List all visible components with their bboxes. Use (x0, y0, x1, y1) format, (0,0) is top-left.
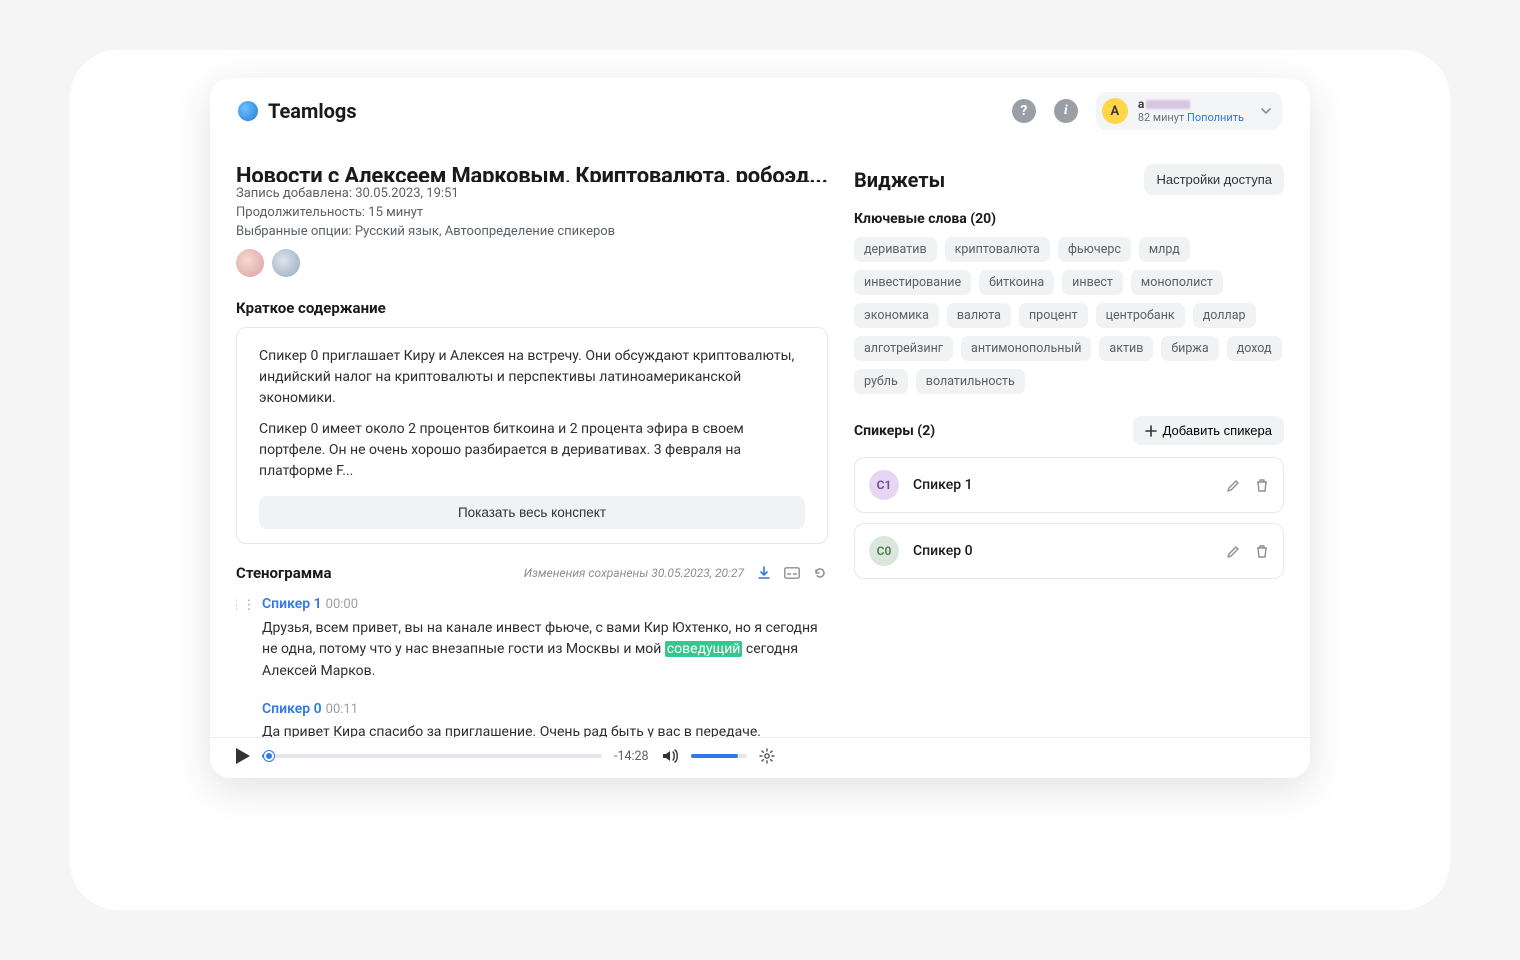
speaker-card: С0 Спикер 0 (854, 523, 1284, 579)
access-settings-button[interactable]: Настройки доступа (1144, 164, 1284, 195)
volume-icon[interactable] (661, 748, 679, 764)
time-remaining: -14:28 (614, 749, 649, 764)
subtitles-icon[interactable] (784, 565, 800, 581)
segment-timestamp[interactable]: 00:00 (326, 597, 358, 612)
transcript-saved-status: Изменения сохранены 30.05.2023, 20:27 (524, 566, 744, 580)
summary-paragraph: Спикер 0 приглашает Киру и Алексея на вс… (259, 346, 805, 409)
segment-text[interactable]: Друзья, всем привет, вы на канале инвест… (262, 618, 828, 683)
edit-icon[interactable] (1226, 544, 1241, 559)
app-window: Teamlogs ? i A a 82 минут Пополнить (210, 78, 1310, 778)
keyword-chip[interactable]: рубль (854, 369, 908, 394)
segment-speaker[interactable]: Спикер 0 (262, 701, 322, 717)
keyword-chip[interactable]: млрд (1139, 237, 1190, 262)
highlighted-word: соведущий (665, 641, 743, 657)
keyword-chip[interactable]: биржа (1161, 336, 1218, 361)
keyword-chip[interactable]: фьючерс (1058, 237, 1131, 262)
show-full-summary-button[interactable]: Показать весь конспект (259, 496, 805, 529)
transcript-segment: +⋮⋮Спикер 100:00Друзья, всем привет, вы … (244, 594, 828, 683)
keyword-chip[interactable]: центробанк (1096, 303, 1185, 328)
transcript-segment: Спикер 0 00:11 Да привет Кира спасибо за п… (244, 699, 828, 737)
keyword-chip[interactable]: процент (1019, 303, 1088, 328)
speaker-badge: С1 (869, 470, 899, 500)
download-icon[interactable] (756, 565, 772, 581)
topup-link[interactable]: Пополнить (1187, 111, 1244, 124)
segment-speaker[interactable]: Спикер 1 (262, 596, 322, 612)
meta-duration: Продолжительность: 15 минут (236, 205, 828, 220)
keyword-chip[interactable]: волатильность (916, 369, 1025, 394)
speaker-avatar (236, 249, 264, 277)
add-speaker-button[interactable]: Добавить спикера (1133, 416, 1284, 445)
keywords-heading: Ключевые слова (20) (854, 211, 1284, 227)
keyword-chip[interactable]: доллар (1193, 303, 1256, 328)
speaker-name: Спикер 1 (913, 477, 973, 493)
transcript-heading: Стенограмма (236, 564, 332, 582)
volume-track[interactable] (691, 754, 747, 758)
keyword-chip[interactable]: инвест (1062, 270, 1123, 295)
keyword-chip[interactable]: криптовалюта (945, 237, 1050, 262)
account-menu[interactable]: A a 82 минут Пополнить (1096, 92, 1282, 130)
account-subtext: 82 минут Пополнить (1138, 112, 1244, 125)
speaker-avatar (272, 249, 300, 277)
brand[interactable]: Teamlogs (238, 99, 357, 123)
speaker-card: С1 Спикер 1 (854, 457, 1284, 513)
brand-name: Teamlogs (268, 99, 357, 123)
widgets-title: Виджеты (854, 168, 945, 192)
account-name: a (1138, 98, 1244, 112)
gear-icon[interactable] (759, 748, 775, 764)
trash-icon[interactable] (1255, 478, 1269, 493)
trash-icon[interactable] (1255, 544, 1269, 559)
keyword-chip[interactable]: доход (1227, 336, 1282, 361)
summary-heading: Краткое содержание (236, 299, 828, 317)
edit-icon[interactable] (1226, 478, 1241, 493)
page-title: Новости с Алексеем Марковым, Криптовалют… (236, 164, 828, 182)
keyword-chip[interactable]: монополист (1131, 270, 1223, 295)
brand-logo-icon (238, 101, 258, 121)
avatar: A (1102, 98, 1128, 124)
keyword-chip[interactable]: валюта (947, 303, 1011, 328)
header: Teamlogs ? i A a 82 минут Пополнить (210, 78, 1310, 142)
plus-icon (1145, 425, 1157, 437)
keyword-chip[interactable]: актив (1099, 336, 1153, 361)
drag-handle-icon[interactable]: ⋮⋮ (236, 596, 255, 616)
play-button[interactable] (236, 748, 250, 764)
keyword-chip[interactable]: биткоина (979, 270, 1054, 295)
help-icon[interactable]: ? (1012, 99, 1036, 123)
keyword-chip[interactable]: инвестирование (854, 270, 971, 295)
summary-card: Спикер 0 приглашает Киру и Алексея на вс… (236, 327, 828, 544)
meta-options: Выбранные опции: Русский язык, Автоопред… (236, 224, 828, 239)
info-icon[interactable]: i (1054, 99, 1078, 123)
keyword-chip[interactable]: антимонопольный (961, 336, 1091, 361)
meta-added: Запись добавлена: 30.05.2023, 19:51 (236, 186, 828, 201)
keyword-chip[interactable]: экономика (854, 303, 939, 328)
segment-timestamp[interactable]: 00:11 (326, 702, 358, 717)
keyword-chip[interactable]: дериватив (854, 237, 937, 262)
segment-text[interactable]: Да привет Кира спасибо за приглашение. О… (262, 722, 828, 737)
chevron-down-icon (1260, 105, 1272, 117)
undo-icon[interactable] (812, 565, 828, 581)
summary-paragraph: Спикер 0 имеет около 2 процентов биткоин… (259, 419, 805, 482)
playback-track[interactable] (262, 754, 602, 758)
speaker-badge: С0 (869, 536, 899, 566)
speakers-heading: Спикеры (2) (854, 423, 935, 439)
speaker-name: Спикер 0 (913, 543, 973, 559)
audio-player: -14:28 (210, 737, 1310, 778)
keyword-chip[interactable]: алготрейзинг (854, 336, 953, 361)
add-speaker-label: Добавить спикера (1163, 423, 1272, 438)
